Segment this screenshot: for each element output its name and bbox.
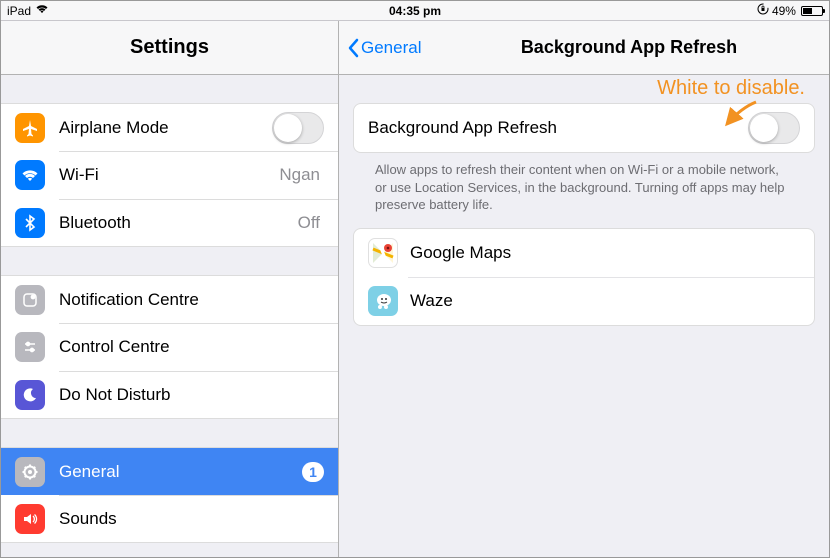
device-name: iPad [7, 4, 31, 18]
clock: 04:35 pm [276, 4, 553, 18]
general-badge: 1 [302, 462, 324, 482]
sidebar-item-label: Notification Centre [59, 290, 324, 310]
page-title: Background App Refresh [449, 37, 809, 58]
sidebar-item-label: Bluetooth [59, 213, 298, 233]
moon-icon [15, 380, 45, 410]
bluetooth-status: Off [298, 213, 320, 233]
sidebar-item-bluetooth[interactable]: Bluetooth Off [1, 199, 338, 247]
apps-section: Google Maps Waze [353, 228, 815, 326]
orientation-lock-icon [757, 3, 769, 18]
google-maps-icon [368, 238, 398, 268]
settings-sidebar: Settings Airplane Mode Wi-Fi Ngan Blueto… [1, 21, 339, 557]
section-description: Allow apps to refresh their content when… [353, 153, 815, 228]
sidebar-item-wifi[interactable]: Wi-Fi Ngan [1, 151, 338, 199]
sidebar-item-label: Airplane Mode [59, 118, 272, 138]
sidebar-item-label: General [59, 462, 302, 482]
sidebar-item-notification-centre[interactable]: Notification Centre [1, 275, 338, 323]
sidebar-item-label: Control Centre [59, 337, 324, 357]
airplane-toggle[interactable] [272, 112, 324, 144]
battery-icon [801, 6, 823, 16]
annotation-arrow-icon [721, 100, 761, 130]
chevron-left-icon [347, 38, 359, 58]
sidebar-item-label: Do Not Disturb [59, 385, 324, 405]
airplane-icon [15, 113, 45, 143]
sidebar-item-do-not-disturb[interactable]: Do Not Disturb [1, 371, 338, 419]
wifi-icon [15, 160, 45, 190]
notification-icon [15, 285, 45, 315]
control-centre-icon [15, 332, 45, 362]
sidebar-item-general[interactable]: General 1 [1, 447, 338, 495]
app-row-google-maps[interactable]: Google Maps [354, 229, 814, 277]
app-row-waze[interactable]: Waze [354, 277, 814, 325]
waze-icon [368, 286, 398, 316]
app-label: Google Maps [410, 243, 800, 263]
master-toggle-label: Background App Refresh [368, 118, 748, 138]
wifi-status-icon [35, 4, 49, 17]
app-label: Waze [410, 291, 800, 311]
battery-percent: 49% [772, 4, 796, 18]
status-bar: iPad 04:35 pm 49% [1, 1, 829, 21]
sidebar-item-label: Sounds [59, 509, 324, 529]
sidebar-item-sounds[interactable]: Sounds [1, 495, 338, 543]
sidebar-item-control-centre[interactable]: Control Centre [1, 323, 338, 371]
sidebar-title: Settings [1, 21, 338, 75]
speaker-icon [15, 504, 45, 534]
annotation-text: White to disable. [657, 77, 805, 100]
sidebar-item-airplane-mode[interactable]: Airplane Mode [1, 103, 338, 151]
back-button[interactable]: General [339, 38, 421, 58]
gear-icon [15, 457, 45, 487]
back-label: General [361, 38, 421, 58]
bluetooth-icon [15, 208, 45, 238]
wifi-current-network: Ngan [279, 165, 320, 185]
sidebar-item-label: Wi-Fi [59, 165, 279, 185]
